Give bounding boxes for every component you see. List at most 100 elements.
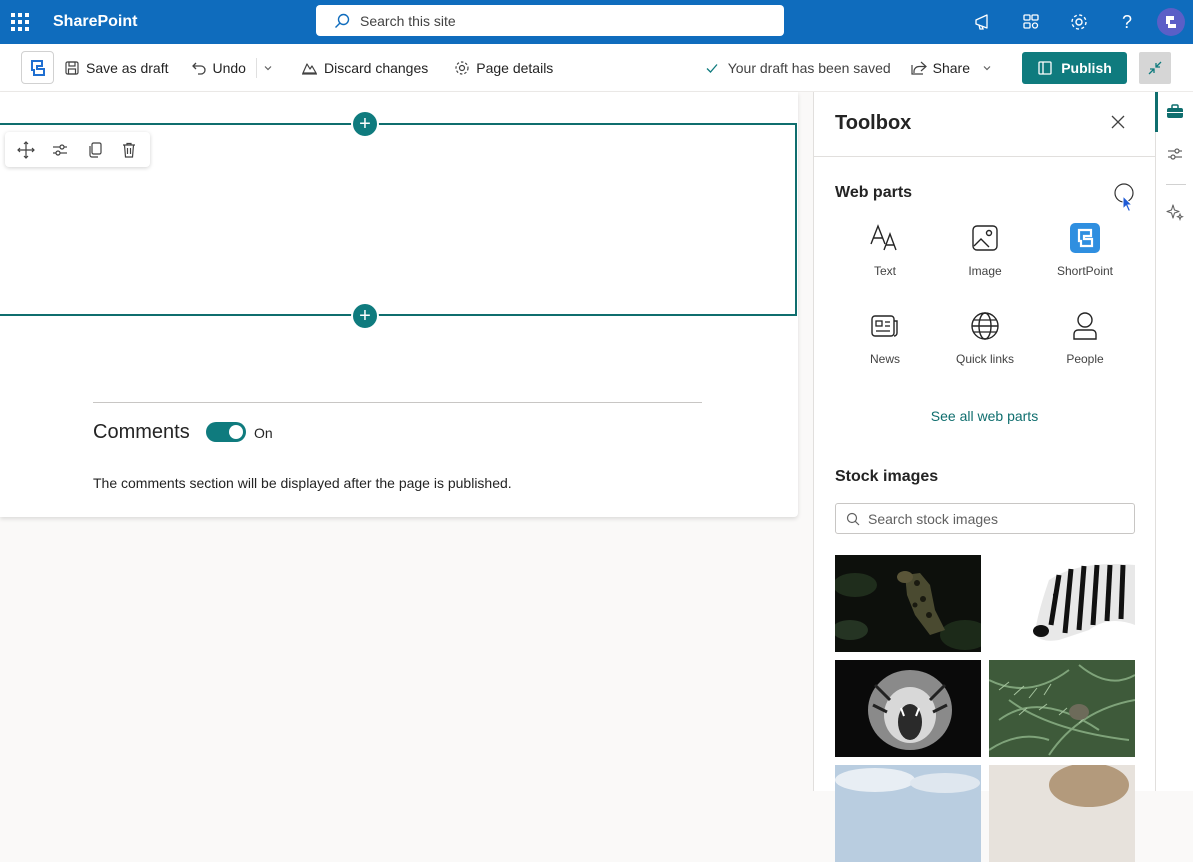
page-details-button[interactable]: Page details <box>446 52 561 84</box>
delete-icon[interactable] <box>120 141 138 159</box>
globe-icon <box>971 312 999 340</box>
web-part-label: Image <box>968 264 1002 278</box>
avatar[interactable] <box>1157 8 1185 36</box>
command-bar: Save as draft Undo Discard changes Page … <box>0 44 1193 92</box>
checkmark-icon <box>706 64 718 73</box>
toolbox-title: Toolbox <box>835 112 912 134</box>
share-button[interactable]: Share <box>903 52 1006 84</box>
save-as-draft-label: Save as draft <box>86 59 169 76</box>
comments-toggle[interactable] <box>206 422 246 442</box>
search-icon <box>335 13 350 28</box>
stock-images-grid <box>835 555 1135 862</box>
web-part-label: Text <box>873 264 896 278</box>
undo-label: Undo <box>212 59 246 76</box>
web-part-image[interactable]: Image <box>935 222 1035 290</box>
web-part-shortpoint[interactable]: ShortPoint <box>1035 222 1135 290</box>
stock-images-heading: Stock images <box>835 468 939 485</box>
comments-note: The comments section will be displayed a… <box>93 475 512 491</box>
section-toolbar <box>5 132 150 167</box>
sparkle-icon <box>1166 204 1184 221</box>
toolbox-panel: Toolbox Web parts Text Image ShortPoint … <box>813 92 1155 862</box>
duplicate-icon[interactable] <box>86 141 104 159</box>
add-section-bottom-button[interactable]: + <box>351 302 379 330</box>
properties-tab[interactable] <box>1156 134 1193 174</box>
mouse-cursor-icon <box>1114 183 1134 213</box>
comments-toggle-label: On <box>254 425 273 441</box>
add-glyph: + <box>359 305 371 327</box>
person-icon <box>1073 312 1097 340</box>
app-launcher-icon[interactable] <box>0 0 40 44</box>
web-part-label: News <box>869 352 900 366</box>
comments-title: Comments <box>93 421 190 443</box>
suite-bar: SharePoint ? <box>0 0 1193 44</box>
collapse-icon <box>1148 61 1162 75</box>
discard-changes-label: Discard changes <box>323 59 429 76</box>
design-ideas-tab[interactable] <box>1156 192 1193 232</box>
draft-saved-label: Your draft has been saved <box>727 60 891 76</box>
undo-button[interactable]: Undo <box>183 52 254 84</box>
toolbox-separator <box>814 156 1155 157</box>
see-all-web-parts-link[interactable]: See all web parts <box>814 408 1155 424</box>
shortpoint-icon <box>1070 223 1100 253</box>
active-tab-indicator <box>1155 92 1158 132</box>
app-name[interactable]: SharePoint <box>53 13 137 31</box>
stock-search-input[interactable] <box>868 510 1128 527</box>
publish-button[interactable]: Publish <box>1022 52 1127 84</box>
web-part-people[interactable]: People <box>1035 310 1135 378</box>
zebra-image[interactable] <box>989 555 1135 652</box>
news-icon <box>871 315 898 337</box>
gear-icon[interactable] <box>1055 0 1103 44</box>
page-canvas: + + Comments On The comments section wil… <box>0 92 798 517</box>
close-icon[interactable] <box>1110 114 1126 130</box>
animal-image[interactable] <box>989 765 1135 862</box>
draft-saved-status: Your draft has been saved <box>705 60 891 76</box>
apps-icon[interactable] <box>1007 0 1055 44</box>
text-icon <box>870 224 897 251</box>
shortpoint-logo-button[interactable] <box>21 51 54 84</box>
sliders-icon <box>1168 148 1182 160</box>
share-label: Share <box>932 60 970 76</box>
web-part-label: Quick links <box>955 352 1014 366</box>
web-part-quick-links[interactable]: Quick links <box>935 310 1035 378</box>
search-icon <box>846 512 860 525</box>
ferns-image[interactable] <box>989 660 1135 757</box>
chevron-down-icon <box>983 66 991 71</box>
add-section-top-button[interactable]: + <box>351 110 379 138</box>
stock-search-box[interactable] <box>835 503 1135 534</box>
toolbox-icon <box>1167 104 1183 118</box>
share-icon <box>911 61 927 75</box>
undo-dropdown[interactable] <box>259 52 283 84</box>
web-parts-grid: Text Image ShortPoint News Quick links P… <box>835 222 1135 378</box>
save-icon <box>65 60 79 75</box>
comments-divider <box>93 402 702 403</box>
image-icon <box>972 225 998 251</box>
add-glyph: + <box>359 113 371 135</box>
shortpoint-icon <box>30 59 45 76</box>
command-divider <box>255 57 257 78</box>
sky-image[interactable] <box>835 765 981 862</box>
site-search-input[interactable] <box>360 12 760 29</box>
help-glyph: ? <box>1121 11 1132 32</box>
help-icon[interactable]: ? <box>1103 0 1151 44</box>
collapse-button[interactable] <box>1139 52 1171 84</box>
web-parts-heading: Web parts <box>835 184 913 201</box>
web-part-news[interactable]: News <box>835 310 935 378</box>
discard-changes-button[interactable]: Discard changes <box>293 52 436 84</box>
publish-label: Publish <box>1061 60 1112 76</box>
page-details-label: Page details <box>476 59 554 76</box>
gear-icon <box>455 60 469 75</box>
web-part-text[interactable]: Text <box>835 222 935 290</box>
site-search-box[interactable] <box>316 5 784 36</box>
undo-icon <box>191 62 206 75</box>
save-as-draft-button[interactable]: Save as draft <box>56 52 177 84</box>
tiger-image[interactable] <box>835 660 981 757</box>
megaphone-icon[interactable] <box>959 0 1007 44</box>
toolbox-tab[interactable] <box>1155 92 1193 132</box>
edit-properties-icon[interactable] <box>51 141 69 159</box>
move-icon[interactable] <box>17 140 35 159</box>
publish-icon <box>1038 61 1052 75</box>
discard-icon <box>301 62 317 75</box>
ocelot-image[interactable] <box>835 555 981 652</box>
web-part-label: People <box>1066 352 1104 366</box>
rail-separator <box>1166 184 1186 185</box>
